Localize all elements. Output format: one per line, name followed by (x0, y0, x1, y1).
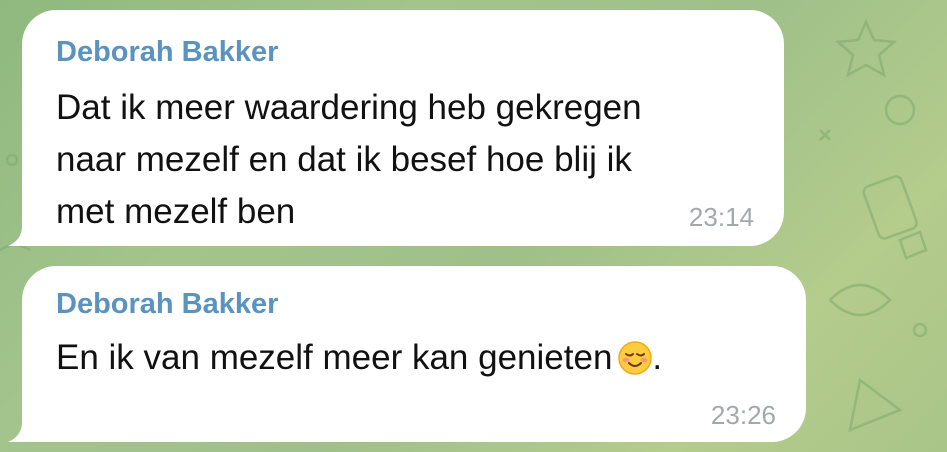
message-timestamp: 23:26 (710, 400, 776, 430)
message-timestamp: 23:14 (688, 202, 754, 232)
sender-name[interactable]: Deborah Bakker (56, 36, 278, 69)
message-text: Dat ik meer waardering heb gekregen naar… (56, 88, 642, 231)
sender-name[interactable]: Deborah Bakker (56, 288, 278, 321)
message-text: En ik van mezelf meer kan genieten. (56, 332, 662, 384)
smiling-face-emoji-icon (618, 341, 653, 375)
message-text-end: . (652, 338, 663, 377)
message-bubble[interactable]: Deborah Bakker En ik van mezelf meer kan… (22, 266, 806, 442)
message-bubble[interactable]: Deborah Bakker Dat ik meer waardering he… (22, 10, 784, 246)
message-text-body: En ik van mezelf meer kan genieten (56, 338, 613, 377)
